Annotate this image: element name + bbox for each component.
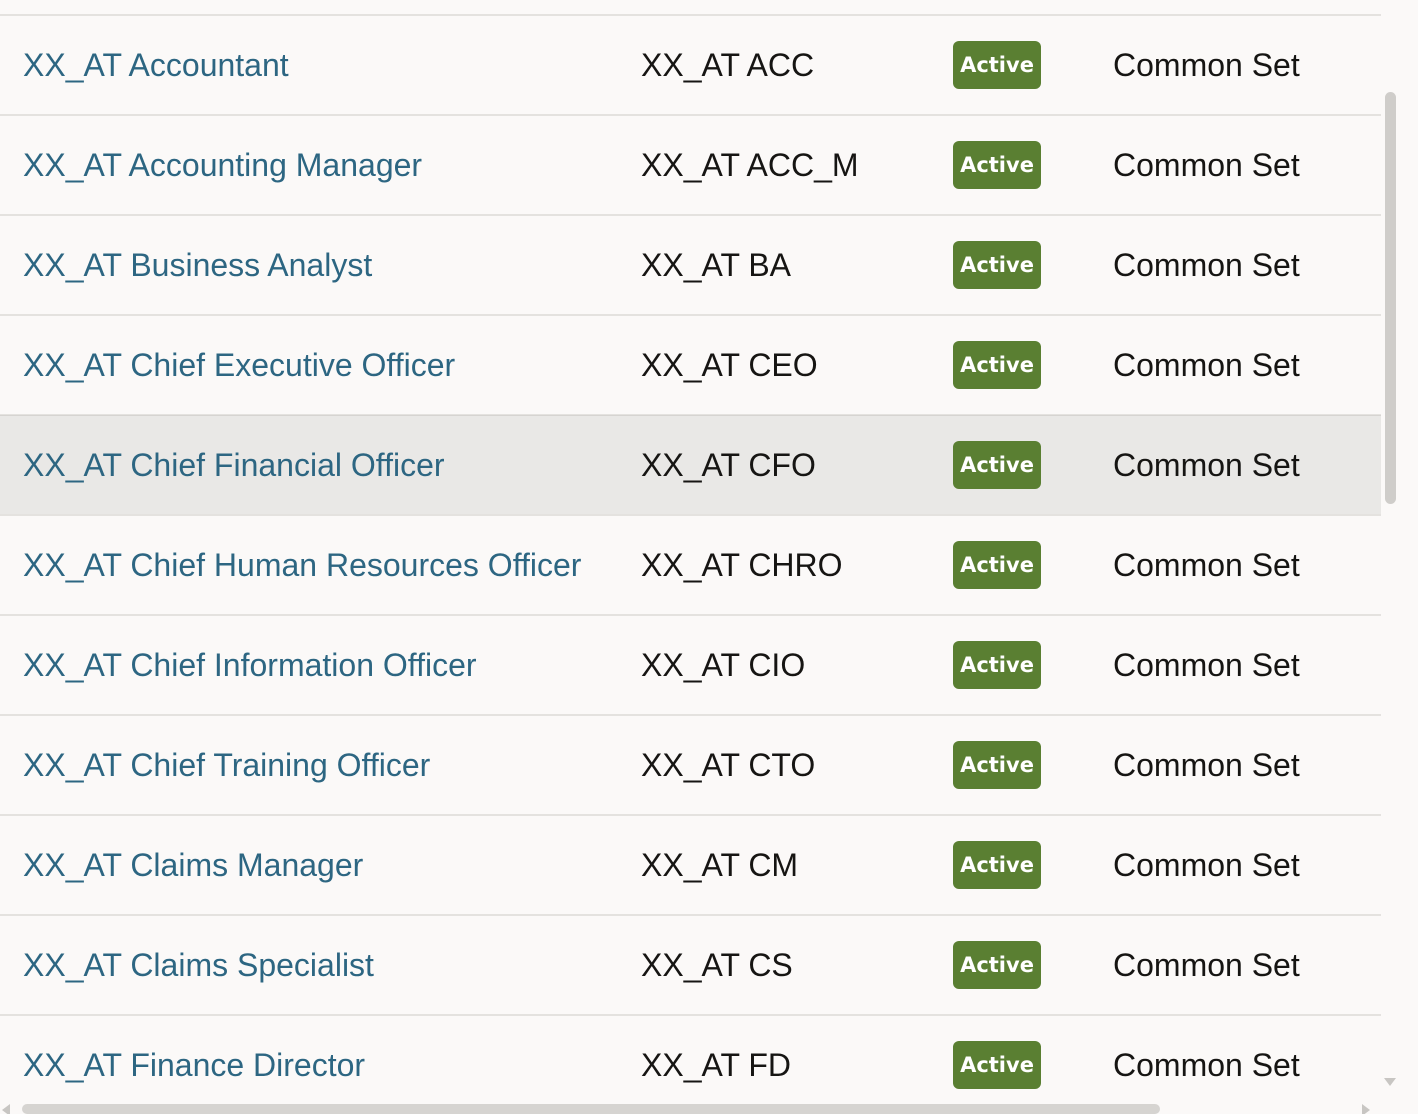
table-row[interactable]: XX_AT Chief Training Officer XX_AT CTO A… xyxy=(0,716,1381,816)
job-name-link[interactable]: XX_AT Chief Financial Officer xyxy=(23,416,445,514)
job-code: XX_AT CFO xyxy=(641,446,816,483)
horizontal-scroll-thumb[interactable] xyxy=(22,1104,1160,1114)
job-name-link[interactable]: XX_AT Accountant xyxy=(23,16,289,114)
status-cell: Active xyxy=(953,116,1041,214)
status-badge: Active xyxy=(953,341,1041,389)
table-row[interactable]: XX_AT Accountant XX_AT ACC Active Common… xyxy=(0,16,1381,116)
table-row[interactable]: XX_AT Business Analyst XX_AT BA Active C… xyxy=(0,216,1381,316)
job-name-link[interactable]: XX_AT Chief Training Officer xyxy=(23,716,430,814)
job-code: XX_AT CHRO xyxy=(641,546,843,583)
job-code: XX_AT ACC xyxy=(641,46,815,83)
vertical-scroll-thumb[interactable] xyxy=(1385,92,1396,504)
job-name-link[interactable]: XX_AT Claims Specialist xyxy=(23,916,374,1014)
horizontal-scrollbar[interactable] xyxy=(0,1100,1381,1114)
vertical-scrollbar[interactable] xyxy=(1381,0,1418,1114)
set-name: Common Set xyxy=(1113,346,1300,383)
chevron-left-icon[interactable] xyxy=(2,1104,10,1114)
status-badge: Active xyxy=(953,441,1041,489)
job-code: XX_AT CTO xyxy=(641,746,816,783)
status-badge: Active xyxy=(953,741,1041,789)
job-code: XX_AT CM xyxy=(641,846,799,883)
set-name: Common Set xyxy=(1113,46,1300,83)
table-row[interactable]: XX_AT Claims Specialist XX_AT CS Active … xyxy=(0,916,1381,1016)
set-name: Common Set xyxy=(1113,946,1300,983)
table-row[interactable]: XX_AT Chief Executive Officer XX_AT CEO … xyxy=(0,316,1381,416)
set-name: Common Set xyxy=(1113,646,1300,683)
job-name-link[interactable]: XX_AT Chief Human Resources Officer xyxy=(23,516,581,614)
job-name-link[interactable]: XX_AT Chief Executive Officer xyxy=(23,316,455,414)
status-cell: Active xyxy=(953,916,1041,1014)
chevron-down-icon[interactable] xyxy=(1384,1078,1396,1086)
status-cell: Active xyxy=(953,216,1041,314)
job-name-link[interactable]: XX_AT Business Analyst xyxy=(23,216,372,314)
status-cell: Active xyxy=(953,416,1041,514)
set-name: Common Set xyxy=(1113,146,1300,183)
table-row[interactable]: XX_AT Claims Manager XX_AT CM Active Com… xyxy=(0,816,1381,916)
status-badge: Active xyxy=(953,141,1041,189)
table-row[interactable]: XX_AT Accounting Manager XX_AT ACC_M Act… xyxy=(0,116,1381,216)
status-cell: Active xyxy=(953,716,1041,814)
job-code: XX_AT BA xyxy=(641,246,791,283)
status-badge: Active xyxy=(953,841,1041,889)
status-cell: Active xyxy=(953,16,1041,114)
set-name: Common Set xyxy=(1113,546,1300,583)
status-cell: Active xyxy=(953,816,1041,914)
status-badge: Active xyxy=(953,241,1041,289)
set-name: Common Set xyxy=(1113,246,1300,283)
job-table-viewport: XX_AT Accountant XX_AT ACC Active Common… xyxy=(0,0,1418,1114)
set-name: Common Set xyxy=(1113,746,1300,783)
set-name: Common Set xyxy=(1113,846,1300,883)
status-badge: Active xyxy=(953,941,1041,989)
job-code: XX_AT CEO xyxy=(641,346,818,383)
status-badge: Active xyxy=(953,541,1041,589)
set-name: Common Set xyxy=(1113,446,1300,483)
chevron-right-icon[interactable] xyxy=(1362,1104,1370,1114)
job-name-link[interactable]: XX_AT Chief Information Officer xyxy=(23,616,477,714)
status-badge: Active xyxy=(953,1041,1041,1089)
table-body: XX_AT Accountant XX_AT ACC Active Common… xyxy=(0,16,1381,1114)
status-cell: Active xyxy=(953,316,1041,414)
job-code: XX_AT CIO xyxy=(641,646,806,683)
job-code: XX_AT ACC_M xyxy=(641,146,859,183)
table-row[interactable]: XX_AT Chief Human Resources Officer XX_A… xyxy=(0,516,1381,616)
status-badge: Active xyxy=(953,641,1041,689)
status-cell: Active xyxy=(953,616,1041,714)
table-row[interactable]: XX_AT Chief Financial Officer XX_AT CFO … xyxy=(0,415,1381,516)
status-cell: Active xyxy=(953,516,1041,614)
job-code: XX_AT CS xyxy=(641,946,793,983)
table-row[interactable]: XX_AT Chief Information Officer XX_AT CI… xyxy=(0,616,1381,716)
job-name-link[interactable]: XX_AT Claims Manager xyxy=(23,816,363,914)
status-badge: Active xyxy=(953,41,1041,89)
job-name-link[interactable]: XX_AT Accounting Manager xyxy=(23,116,422,214)
